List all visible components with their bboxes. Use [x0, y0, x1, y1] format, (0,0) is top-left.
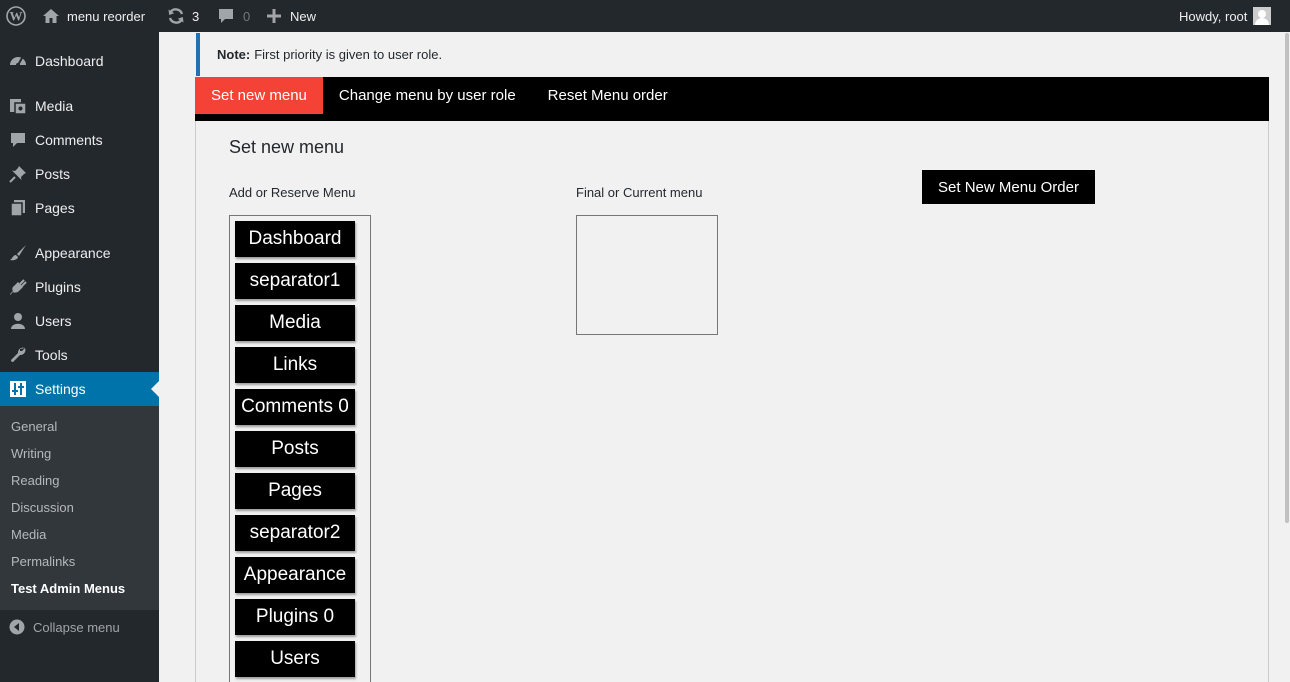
- my-account-link[interactable]: Howdy, root: [1179, 0, 1272, 32]
- priority-notice: Note: First priority is given to user ro…: [196, 33, 1269, 76]
- new-label: New: [290, 8, 317, 24]
- submenu-permalinks[interactable]: Permalinks: [11, 554, 75, 569]
- menu-chip-dashboard[interactable]: Dashboard: [235, 221, 355, 257]
- menu-chip-links[interactable]: Links: [235, 347, 355, 383]
- pin-icon: [0, 165, 35, 183]
- submenu-writing[interactable]: Writing: [11, 446, 51, 461]
- pages-icon: [0, 199, 35, 217]
- set-new-menu-order-button[interactable]: Set New Menu Order: [922, 170, 1095, 204]
- menu-item-label: Appearance: [35, 245, 111, 261]
- user-icon: [0, 312, 35, 330]
- menu-item-plugins[interactable]: Plugins: [0, 270, 159, 304]
- menu-chip-media[interactable]: Media: [235, 305, 355, 341]
- menu-chip-pages[interactable]: Pages: [235, 473, 355, 509]
- updates-link[interactable]: 3: [167, 0, 199, 32]
- site-name-link[interactable]: menu reorder: [42, 0, 145, 32]
- submenu-test-admin-menus[interactable]: Test Admin Menus: [11, 581, 125, 596]
- submenu-media[interactable]: Media: [11, 527, 46, 542]
- menu-chip-posts[interactable]: Posts: [235, 431, 355, 467]
- admin-bar: W menu reorder 3 0 New Howdy, root: [0, 0, 1290, 32]
- menu-item-label: Plugins: [35, 279, 81, 295]
- new-content-link[interactable]: New: [267, 0, 316, 32]
- menu-item-users[interactable]: Users: [0, 304, 159, 338]
- tab-reset-menu-order[interactable]: Reset Menu order: [532, 77, 684, 114]
- menu-item-label: Comments: [35, 132, 103, 148]
- settings-submenu: General Writing Reading Discussion Media…: [0, 406, 159, 610]
- settings-icon: [0, 380, 35, 398]
- admin-menu: Dashboard Media Comments Posts Pages App…: [0, 32, 159, 682]
- notice-strong: Note:: [217, 47, 251, 62]
- menu-item-label: Media: [35, 98, 74, 114]
- menu-item-appearance[interactable]: Appearance: [0, 236, 159, 270]
- menu-item-label: Posts: [35, 166, 71, 182]
- menu-chip-users[interactable]: Users: [235, 641, 355, 677]
- brush-icon: [0, 244, 35, 262]
- submenu-general[interactable]: General: [11, 419, 57, 434]
- home-icon: [42, 8, 60, 24]
- submenu-discussion[interactable]: Discussion: [11, 500, 74, 515]
- wrench-icon: [0, 346, 35, 364]
- dashboard-icon: [0, 52, 35, 70]
- collapse-menu-label: Collapse menu: [33, 619, 120, 635]
- plug-icon: [0, 278, 35, 296]
- menu-chip-comments[interactable]: Comments 0: [235, 389, 355, 425]
- comments-link[interactable]: 0: [217, 0, 250, 32]
- tab-set-new-menu[interactable]: Set new menu: [195, 77, 323, 114]
- menu-item-media[interactable]: Media: [0, 89, 159, 123]
- menu-item-label: Settings: [35, 381, 86, 397]
- menu-item-tools[interactable]: Tools: [0, 338, 159, 372]
- comment-bubble-icon: [217, 7, 235, 25]
- svg-text:W: W: [10, 9, 23, 24]
- avatar: [1253, 7, 1272, 25]
- menu-chip-separator2[interactable]: separator2: [235, 515, 355, 551]
- media-icon: [0, 97, 35, 115]
- menu-item-label: Users: [35, 313, 72, 329]
- final-menu-list[interactable]: [576, 215, 718, 335]
- menu-chip-plugins[interactable]: Plugins 0: [235, 599, 355, 635]
- menu-item-pages[interactable]: Pages: [0, 191, 159, 225]
- collapse-menu-button[interactable]: Collapse menu: [0, 615, 120, 639]
- set-new-menu-panel: Set new menu Add or Reserve Menu Final o…: [195, 121, 1269, 682]
- submenu-reading[interactable]: Reading: [11, 473, 59, 488]
- updates-count: 3: [192, 8, 200, 24]
- menu-item-dashboard[interactable]: Dashboard: [0, 44, 159, 78]
- menu-item-label: Dashboard: [35, 53, 104, 69]
- menu-item-label: Pages: [35, 200, 75, 216]
- howdy-greeting: Howdy, root: [1179, 8, 1248, 24]
- menu-item-posts[interactable]: Posts: [0, 157, 159, 191]
- menu-item-comments[interactable]: Comments: [0, 123, 159, 157]
- menu-item-label: Tools: [35, 347, 68, 363]
- comments-count: 0: [243, 8, 251, 24]
- wordpress-logo[interactable]: W: [6, 0, 26, 32]
- menu-chip-appearance[interactable]: Appearance: [235, 557, 355, 593]
- tab-change-menu-by-user-role[interactable]: Change menu by user role: [323, 77, 532, 114]
- menu-chip-separator1[interactable]: separator1: [235, 263, 355, 299]
- site-name: menu reorder: [67, 8, 146, 24]
- panel-title: Set new menu: [229, 137, 345, 157]
- menu-item-settings[interactable]: Settings: [0, 372, 159, 406]
- wordpress-logo-icon: W: [6, 6, 26, 26]
- collapse-arrow-icon: [0, 619, 33, 635]
- page-scrollbar-thumb[interactable]: [1285, 33, 1289, 523]
- reserve-menu-list[interactable]: Dashboard separator1 Media Links Comment…: [229, 215, 371, 682]
- comments-icon: [0, 131, 35, 149]
- reserve-menu-label: Add or Reserve Menu: [229, 185, 356, 200]
- final-menu-label: Final or Current menu: [576, 185, 703, 200]
- tab-bar: Set new menu Change menu by user role Re…: [195, 77, 1269, 121]
- plus-icon: [267, 9, 281, 23]
- notice-text: First priority is given to user role.: [254, 47, 443, 62]
- updates-icon: [167, 7, 185, 25]
